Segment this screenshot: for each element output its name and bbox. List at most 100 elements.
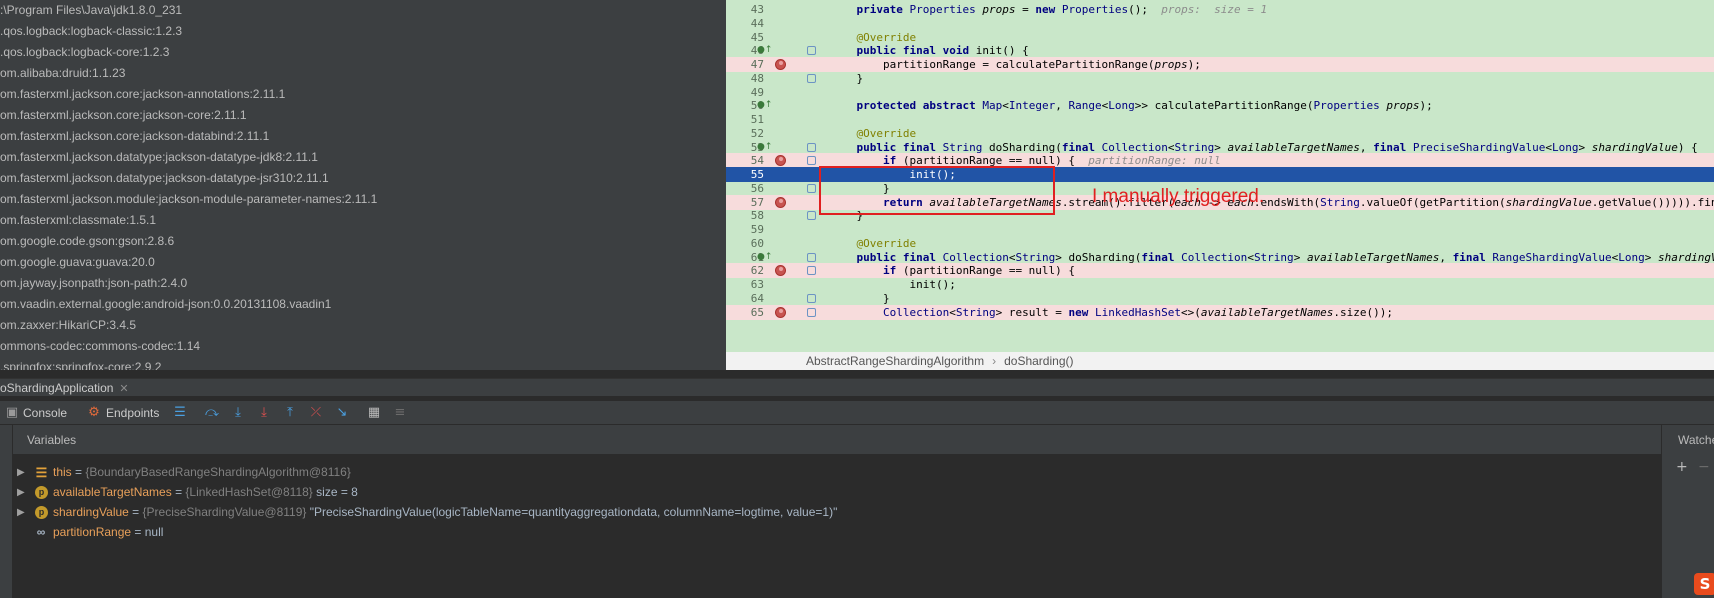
fold-icon[interactable]	[807, 183, 816, 193]
line-number: 56	[750, 181, 764, 195]
dependency-item[interactable]: om.zaxxer:HikariCP:3.4.5	[0, 315, 726, 336]
fold-icon[interactable]	[807, 142, 816, 152]
dependency-item[interactable]: om.fasterxml.jackson.core:jackson-annota…	[0, 84, 726, 105]
remove-watch-icon[interactable]: −	[1698, 459, 1710, 475]
code-line[interactable]: 53 ●↑ public final String doSharding(fina…	[726, 140, 1714, 155]
dependency-item[interactable]: om.vaadin.external.google:android-json:0…	[0, 294, 726, 315]
dependency-item[interactable]: om.fasterxml.jackson.module:jackson-modu…	[0, 189, 726, 210]
console-tab[interactable]: Console	[23, 404, 67, 422]
code-line[interactable]: 60 @Override	[726, 236, 1714, 251]
fold-icon[interactable]	[807, 46, 816, 56]
expand-arrow-icon[interactable]: ▶	[17, 462, 25, 483]
dependency-item[interactable]: .springfox:springfox-core:2.9.2	[0, 357, 726, 370]
breadcrumb-separator-icon: ›	[992, 354, 997, 368]
drop-frame-icon[interactable]: ⤫	[308, 405, 324, 421]
step-into-icon[interactable]: ⤓	[230, 405, 246, 421]
show-frames-icon[interactable]: ☰	[172, 405, 188, 421]
line-number: 48	[750, 71, 764, 85]
variable-name: availableTargetNames	[53, 485, 172, 499]
step-over-icon[interactable]: ⤼	[204, 405, 220, 421]
breakpoint-icon[interactable]	[775, 306, 786, 318]
code-line[interactable]: 47 partitionRange = calculatePartitionRa…	[726, 57, 1714, 72]
code-text: public final Collection<String> doShardi…	[856, 250, 1714, 264]
variable-type: {BoundaryBasedRangeShardingAlgorithm@811…	[85, 465, 351, 479]
frames-strip[interactable]	[0, 425, 13, 598]
close-icon[interactable]: ✕	[119, 383, 128, 395]
fold-icon[interactable]	[807, 211, 816, 221]
dependency-item[interactable]: om.fasterxml.jackson.datatype:jackson-da…	[0, 168, 726, 189]
breakpoint-icon[interactable]	[775, 196, 786, 208]
code-line[interactable]: 49	[726, 85, 1714, 100]
code-line[interactable]: 45 @Override	[726, 30, 1714, 45]
variables-header: Variables	[13, 425, 1661, 455]
line-number: 58	[750, 209, 764, 223]
line-number: 49	[750, 85, 764, 99]
fold-icon[interactable]	[807, 307, 816, 317]
variable-text: shardingValue = {PreciseShardingValue@81…	[53, 502, 837, 523]
code-line[interactable]: 46 ●↑ public final void init() {	[726, 43, 1714, 58]
code-text: }	[830, 71, 864, 85]
variables-tree[interactable]: ▶ ☰ this = {BoundaryBasedRangeShardingAlgo…	[13, 455, 1661, 598]
variable-text: availableTargetNames = {LinkedHashSet@81…	[53, 482, 358, 503]
code-text: @Override	[830, 126, 917, 140]
code-line[interactable]: 59	[726, 222, 1714, 237]
fold-icon[interactable]	[807, 293, 816, 303]
code-line[interactable]: 63 init();	[726, 277, 1714, 292]
override-icon[interactable]: ●↑	[757, 250, 772, 265]
code-line[interactable]: 61 ●↑ public final Collection<String> doS…	[726, 250, 1714, 265]
dependency-item[interactable]: om.alibaba:druid:1.1.23	[0, 63, 726, 84]
dependency-item[interactable]: om.google.code.gson:gson:2.8.6	[0, 231, 726, 252]
force-step-into-icon[interactable]: ⤓	[256, 405, 272, 421]
watches-title: Watche	[1678, 433, 1714, 447]
evaluate-expression-icon[interactable]: ▦	[366, 405, 382, 421]
code-text: init();	[830, 278, 956, 291]
line-number: 62	[750, 264, 764, 278]
fold-icon[interactable]	[807, 73, 816, 83]
override-icon[interactable]: ●↑	[757, 43, 772, 58]
breadcrumb-method[interactable]: doSharding()	[1004, 354, 1073, 368]
code-line[interactable]: 52 @Override	[726, 126, 1714, 141]
expand-arrow-icon[interactable]: ▶	[17, 482, 25, 503]
trace-stream-icon[interactable]: ≡	[392, 405, 408, 421]
external-libraries-list: :\Program Files\Java\jdk1.8.0_231 .qos.lo…	[0, 0, 726, 370]
override-icon[interactable]: ●↑	[757, 140, 772, 155]
code-line[interactable]: 65 Collection<String> result = new Linke…	[726, 304, 1714, 320]
dependency-item[interactable]: om.jayway.jsonpath:json-path:2.4.0	[0, 273, 726, 294]
code-line[interactable]: 48 }	[726, 71, 1714, 86]
run-to-cursor-icon[interactable]: ↘	[334, 405, 350, 421]
code-line[interactable]: 43 private Properties props = new Proper…	[726, 2, 1714, 17]
code-line[interactable]: 51	[726, 112, 1714, 127]
inline-debug-value: props: size = 1	[1147, 3, 1268, 16]
fold-icon[interactable]	[807, 156, 816, 166]
breakpoint-icon[interactable]	[775, 265, 786, 277]
dependency-item[interactable]: .qos.logback:logback-classic:1.2.3	[0, 21, 726, 42]
line-number: 51	[750, 113, 764, 126]
dependency-item[interactable]: :\Program Files\Java\jdk1.8.0_231	[0, 0, 726, 21]
breakpoint-icon[interactable]	[775, 155, 786, 167]
fold-icon[interactable]	[807, 266, 816, 276]
dependency-item[interactable]: om.fasterxml.jackson.core:jackson-core:2…	[0, 105, 726, 126]
expand-arrow-icon[interactable]: ▶	[17, 502, 25, 523]
console-icon: ▣	[5, 405, 19, 420]
dependency-item[interactable]: om.google.guava:guava:20.0	[0, 252, 726, 273]
run-config-tab[interactable]: oShardingApplication ✕	[0, 379, 129, 397]
code-line[interactable]: 64 }	[726, 291, 1714, 306]
dependency-item[interactable]: .qos.logback:logback-core:1.2.3	[0, 42, 726, 63]
fold-icon[interactable]	[807, 252, 816, 262]
dependency-item[interactable]: om.fasterxml.jackson.datatype:jackson-da…	[0, 147, 726, 168]
line-number: 55	[750, 168, 764, 181]
dependency-item[interactable]: om.fasterxml.jackson.core:jackson-databi…	[0, 126, 726, 147]
dependency-item[interactable]: ommons-codec:commons-codec:1.14	[0, 336, 726, 357]
code-text: public final String doSharding(final Col…	[856, 140, 1698, 154]
code-line[interactable]: 44	[726, 16, 1714, 31]
breakpoint-icon[interactable]	[775, 59, 786, 70]
step-out-icon[interactable]: ⤒	[282, 405, 298, 421]
code-line[interactable]: 50 ●↑ protected abstract Map<Integer, Ran…	[726, 98, 1714, 113]
breadcrumb-class[interactable]: AbstractRangeShardingAlgorithm	[806, 354, 984, 368]
dependency-item[interactable]: om.fasterxml:classmate:1.5.1	[0, 210, 726, 231]
variable-value: null	[144, 525, 164, 539]
code-line[interactable]: 62 if (partitionRange == null) {	[726, 263, 1714, 279]
add-watch-icon[interactable]: +	[1676, 459, 1688, 475]
endpoints-tab[interactable]: Endpoints	[106, 404, 159, 422]
override-icon[interactable]: ●↑	[757, 98, 772, 113]
